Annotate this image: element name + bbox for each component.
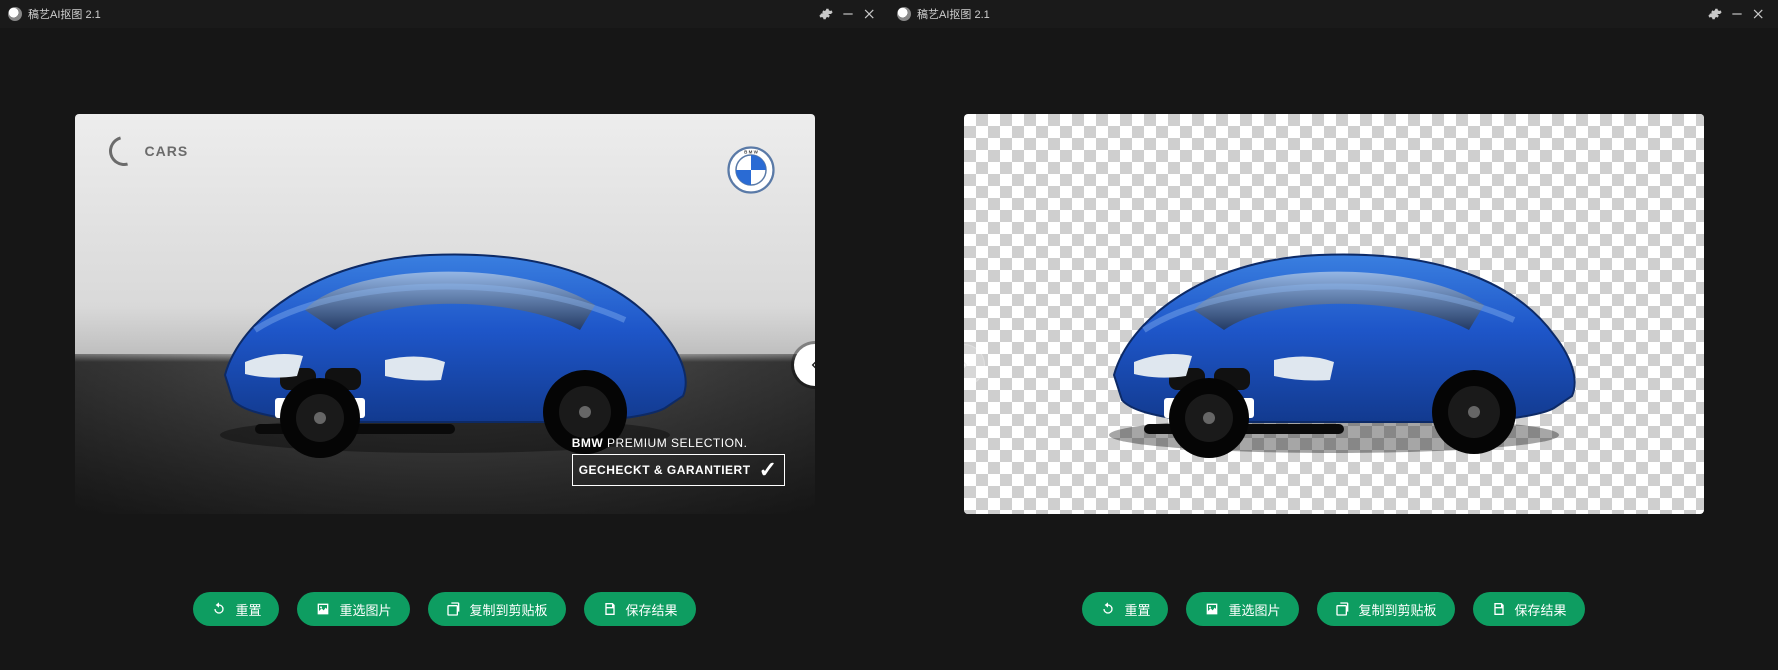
gear-icon[interactable] (1704, 3, 1726, 25)
image-icon (315, 601, 331, 617)
chevron-left-icon (807, 357, 815, 373)
reselect-image-button[interactable]: 重选图片 (297, 592, 409, 626)
copy-label: 复制到剪贴板 (1359, 600, 1437, 619)
premium-rest: PREMIUM SELECTION. (603, 436, 747, 450)
cars-logo: CARS (109, 136, 189, 166)
save-icon (602, 601, 618, 617)
app-logo-icon (8, 7, 22, 21)
image-icon (1204, 601, 1220, 617)
reselect-label: 重选图片 (1228, 600, 1280, 619)
copy-to-clipboard-button[interactable]: 复制到剪贴板 (428, 592, 566, 626)
premium-selection-text: BMW PREMIUM SELECTION. GECHECKT & GARANT… (572, 436, 785, 486)
premium-line2: GECHECKT & GARANTIERT (579, 463, 751, 477)
minimize-icon[interactable] (1726, 3, 1748, 25)
chevron-right-icon (964, 357, 972, 373)
close-icon[interactable] (859, 3, 881, 25)
gear-icon[interactable] (815, 3, 837, 25)
bmw-roundel-icon (727, 146, 775, 194)
reselect-image-button[interactable]: 重选图片 (1186, 592, 1298, 626)
app-window-result: 稿艺AI抠图 2.1 重置 (889, 0, 1778, 670)
original-image-frame: CARS BMW PREMIUM SELECTION. GECHECKT & G… (75, 114, 815, 514)
copy-icon (446, 601, 462, 617)
reset-button[interactable]: 重置 (1082, 592, 1168, 626)
save-result-button[interactable]: 保存结果 (584, 592, 696, 626)
car-image (185, 200, 705, 460)
reset-icon (211, 601, 227, 617)
result-image-frame (964, 114, 1704, 514)
toolbar: 重置 重选图片 复制到剪贴板 保存结果 (889, 580, 1778, 670)
premium-brand: BMW (572, 436, 604, 450)
save-result-button[interactable]: 保存结果 (1473, 592, 1585, 626)
save-label: 保存结果 (626, 600, 678, 619)
copy-to-clipboard-button[interactable]: 复制到剪贴板 (1317, 592, 1455, 626)
app-title: 稿艺AI抠图 2.1 (28, 6, 101, 22)
copy-label: 复制到剪贴板 (470, 600, 548, 619)
minimize-icon[interactable] (837, 3, 859, 25)
reset-label: 重置 (235, 600, 261, 619)
reset-label: 重置 (1124, 600, 1150, 619)
cars-logo-icon (103, 131, 144, 172)
save-label: 保存结果 (1515, 600, 1567, 619)
save-icon (1491, 601, 1507, 617)
titlebar: 稿艺AI抠图 2.1 (0, 0, 889, 28)
checkmark-icon: ✓ (759, 457, 778, 483)
titlebar: 稿艺AI抠图 2.1 (889, 0, 1778, 28)
toolbar: 重置 重选图片 复制到剪贴板 保存结果 (0, 580, 889, 670)
reselect-label: 重选图片 (339, 600, 391, 619)
cars-logo-text: CARS (145, 143, 189, 159)
app-window-original: 稿艺AI抠图 2.1 CARS (0, 0, 889, 670)
copy-icon (1335, 601, 1351, 617)
canvas-area-original: CARS BMW PREMIUM SELECTION. GECHECKT & G… (0, 28, 889, 580)
canvas-area-result (889, 28, 1778, 580)
reset-icon (1100, 601, 1116, 617)
close-icon[interactable] (1748, 3, 1770, 25)
car-cutout-image (1074, 200, 1594, 460)
app-logo-icon (897, 7, 911, 21)
app-title: 稿艺AI抠图 2.1 (917, 6, 990, 22)
reset-button[interactable]: 重置 (193, 592, 279, 626)
